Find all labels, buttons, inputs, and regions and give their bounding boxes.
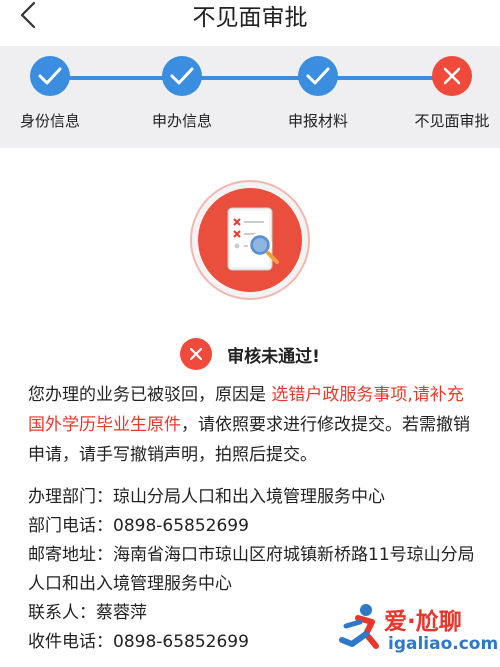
info-label: 办理部门： [28, 487, 113, 507]
error-x-icon [180, 338, 213, 370]
app-header: 不见面审批 [0, 0, 500, 46]
watermark: 爱·尬聊 igaliao.com [336, 598, 499, 660]
step-identity: 身份信息 [0, 56, 100, 131]
progress-steps: 身份信息 申办信息 申报材料 不见面审批 [0, 46, 500, 148]
close-icon [432, 56, 472, 96]
info-label: 部门电话： [28, 516, 113, 536]
status-row: 审核未通过! [0, 338, 500, 372]
info-label: 收件电话： [28, 632, 113, 652]
info-row-mailing-address: 邮寄地址：海南省海口市琼山区府城镇新桥路11号琼山分局人口和出入境管理服务中心 [28, 541, 478, 599]
info-label: 邮寄地址： [28, 545, 113, 565]
watermark-title: 爱·尬聊 [384, 609, 462, 635]
info-label: 联系人： [28, 603, 96, 623]
watermark-url: igaliao.com [388, 634, 499, 654]
check-icon [30, 56, 70, 96]
check-icon [298, 56, 338, 96]
page-title: 不见面审批 [192, 5, 308, 31]
step-label: 申办信息 [151, 112, 212, 130]
runner-logo-icon [339, 604, 379, 649]
step-materials: 申报材料 [268, 56, 368, 131]
check-icon [162, 56, 202, 96]
review-illustration [190, 180, 310, 300]
status-text: 审核未通过! [227, 346, 320, 367]
step-label: 身份信息 [19, 112, 80, 130]
document-search-icon [198, 188, 302, 292]
message-text: 您办理的业务已被驳回，原因是 [28, 385, 272, 405]
info-value[interactable]: 0898-65852699 [113, 632, 249, 652]
info-row-dept-phone: 部门电话：0898-65852699 [28, 512, 478, 541]
info-value: 琼山分局人口和出入境管理服务中心 [113, 487, 385, 507]
info-row-department: 办理部门：琼山分局人口和出入境管理服务中心 [28, 483, 478, 512]
step-approval: 不见面审批 [402, 56, 500, 131]
rejection-message: 您办理的业务已被驳回，原因是 选错户政服务事项,请补充国外学历毕业生原件，请依照… [28, 380, 478, 470]
info-value[interactable]: 0898-65852699 [113, 516, 249, 536]
step-label: 不见面审批 [414, 112, 490, 130]
step-application: 申办信息 [132, 56, 232, 131]
step-label: 申报材料 [287, 112, 348, 130]
info-value: 蔡蓉萍 [96, 603, 147, 623]
